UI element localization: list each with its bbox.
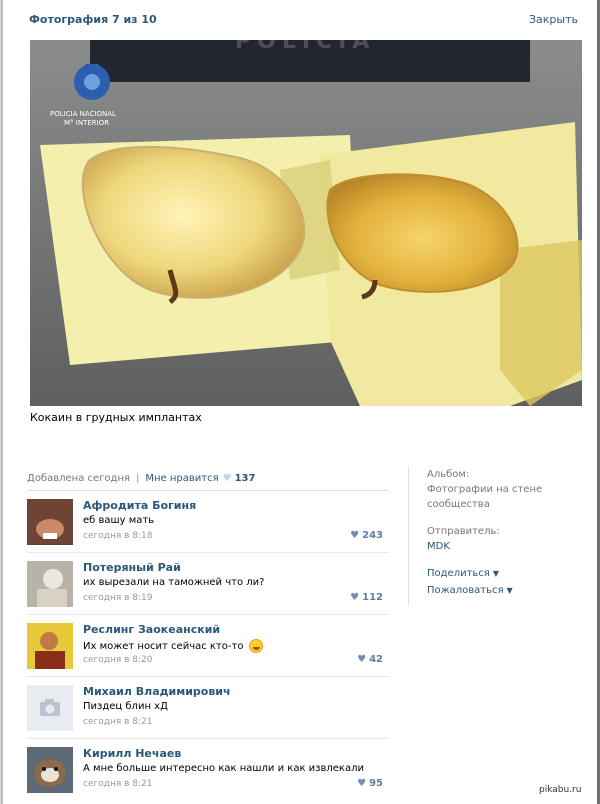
comment-like-count: 243	[362, 530, 383, 541]
comment-likes[interactable]: ♥ 112	[350, 592, 383, 603]
comment-likes[interactable]: ♥ 95	[357, 778, 383, 789]
sender-label: Отправитель:	[427, 526, 500, 537]
box-text: POLICIA	[235, 40, 375, 54]
comment-likes[interactable]: ♥ 243	[350, 530, 383, 541]
comment-author[interactable]: Михаил Владимирович	[83, 685, 231, 698]
comment-text: еб вашу мать	[83, 515, 155, 526]
laugh-emoji-icon	[248, 639, 263, 653]
comment-text: Пиздец блин хД	[83, 701, 168, 712]
comment-item: Афродита Богиня еб вашу мать сегодня в 8…	[27, 491, 389, 553]
comment-author[interactable]: Реслинг Заокеанский	[83, 623, 220, 636]
comment-text-content: Их может носит сейчас кто-то	[83, 641, 244, 652]
like-button[interactable]: Мне нравится	[145, 473, 218, 484]
comment-item: Реслинг Заокеанский Их может носит сейча…	[27, 615, 389, 677]
comment-time[interactable]: сегодня в 8:18	[83, 531, 152, 541]
photo-viewer: Фотография 7 из 10 Закрыть POLICIA POLIC…	[0, 0, 600, 804]
comment-text: их вырезали на таможней что ли?	[83, 577, 265, 588]
report-button[interactable]: Пожаловаться ▼	[427, 585, 577, 596]
heart-icon[interactable]: ♥	[223, 473, 232, 484]
photo-caption: Кокаин в грудных имплантах	[30, 411, 202, 424]
comment-text: А мне больше интересно как нашли и как и…	[83, 763, 364, 774]
avatar[interactable]	[27, 747, 73, 793]
comment-author[interactable]: Кирилл Нечаев	[83, 747, 181, 760]
chevron-down-icon: ▼	[506, 586, 513, 595]
avatar[interactable]	[27, 499, 73, 545]
avatar[interactable]	[27, 623, 73, 669]
added-date: Добавлена сегодня	[27, 473, 130, 484]
comment-author[interactable]: Афродита Богиня	[83, 499, 196, 512]
logo-line-2: M° INTERIOR	[64, 119, 109, 127]
sender-link[interactable]: MDK	[427, 539, 577, 554]
comment-like-count: 112	[362, 592, 383, 603]
sidebar-divider	[408, 466, 409, 606]
photo-meta: Добавлена сегодня | Мне нравится ♥ 137	[27, 473, 255, 484]
photo-sidebar: Альбом: Фотографии на стене сообщества О…	[427, 469, 577, 596]
like-count: 137	[234, 473, 256, 484]
comment-author[interactable]: Потеряный Рай	[83, 561, 181, 574]
meta-separator: |	[136, 473, 140, 484]
logo-line-1: POLICIA NACIONAL	[50, 110, 116, 118]
watermark: pikabu.ru	[539, 785, 582, 795]
left-border	[1, 0, 3, 804]
album-label: Альбом:	[427, 469, 470, 480]
comment-like-count: 95	[369, 778, 383, 789]
comment-likes[interactable]: ♥ 42	[357, 654, 383, 665]
comment-like-count: 42	[369, 654, 383, 665]
photo-counter-title: Фотография 7 из 10	[29, 13, 157, 26]
comment-item: Кирилл Нечаев А мне больше интересно как…	[27, 739, 389, 801]
share-label: Поделиться	[427, 568, 490, 579]
comment-time[interactable]: сегодня в 8:20	[83, 655, 152, 665]
heart-icon: ♥	[357, 654, 367, 665]
comment-time[interactable]: сегодня в 8:21	[83, 779, 152, 789]
heart-icon: ♥	[350, 592, 360, 603]
chevron-down-icon: ▼	[492, 569, 499, 578]
avatar[interactable]	[27, 685, 73, 731]
comment-time[interactable]: сегодня в 8:21	[83, 717, 152, 727]
comment-item: Потеряный Рай их вырезали на таможней чт…	[27, 553, 389, 615]
main-photo[interactable]: POLICIA POLICIA NACIONAL M° INTERIOR	[30, 40, 582, 406]
heart-icon: ♥	[357, 778, 367, 789]
share-button[interactable]: Поделиться ▼	[427, 568, 577, 579]
comment-text: Их может носит сейчас кто-то	[83, 639, 263, 653]
album-value[interactable]: Фотографии на стене сообщества	[427, 482, 547, 512]
report-label: Пожаловаться	[427, 585, 504, 596]
comment-time[interactable]: сегодня в 8:19	[83, 593, 152, 603]
heart-icon: ♥	[350, 530, 360, 541]
avatar[interactable]	[27, 561, 73, 607]
comment-item: Михаил Владимирович Пиздец блин хД сегод…	[27, 677, 389, 739]
close-button[interactable]: Закрыть	[529, 13, 578, 26]
